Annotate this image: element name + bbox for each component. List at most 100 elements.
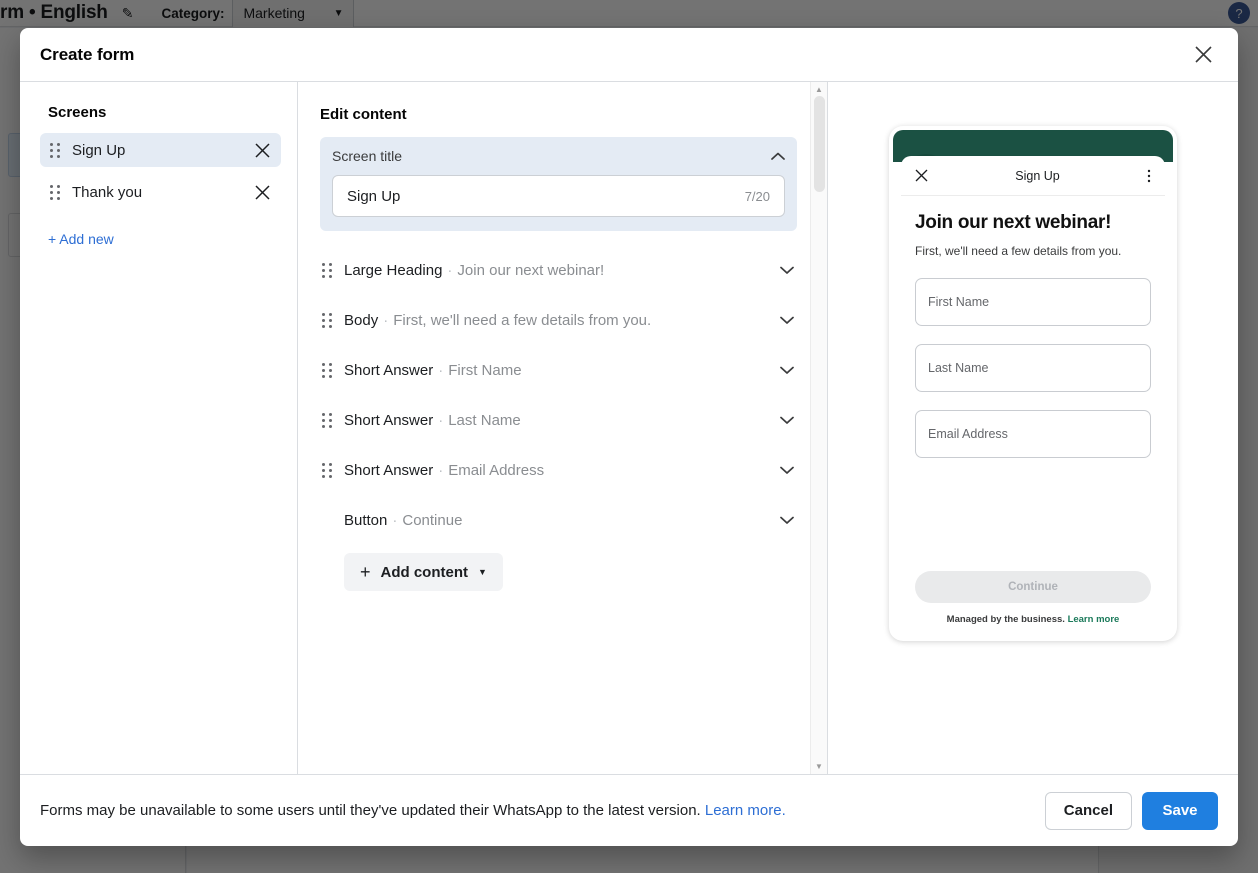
add-content-label: Add content <box>381 564 469 581</box>
content-row-separator: · <box>383 312 388 329</box>
chevron-up-icon[interactable] <box>771 152 785 161</box>
content-row-value: First Name <box>448 362 521 379</box>
dialog-header: Create form <box>20 28 1238 82</box>
edit-content-scrollbar[interactable]: ▲ ▼ <box>810 82 827 774</box>
close-icon <box>255 143 270 158</box>
screen-title-section: Screen title Sign Up 7/20 <box>320 137 797 231</box>
drag-handle-icon[interactable] <box>320 462 334 478</box>
remove-screen-button[interactable] <box>251 139 273 161</box>
drag-handle-icon[interactable] <box>320 362 334 378</box>
edit-content-scroll-area: Edit content Screen title Sign Up 7/20 <box>298 82 827 774</box>
drag-handle-icon[interactable] <box>320 262 334 278</box>
screen-item-thank-you[interactable]: Thank you <box>40 175 281 209</box>
cancel-button[interactable]: Cancel <box>1045 792 1132 830</box>
scroll-down-arrow-icon[interactable]: ▼ <box>815 759 823 774</box>
preview-field-last-name[interactable]: Last Name <box>915 344 1151 392</box>
screens-heading: Screens <box>40 104 281 121</box>
content-row-text: Body · First, we'll need a few details fro… <box>344 312 777 329</box>
screen-title-section-header[interactable]: Screen title <box>332 137 785 175</box>
plus-icon: + <box>360 562 371 583</box>
content-row-value: Continue <box>402 512 462 529</box>
footer-buttons: Cancel Save <box>1045 792 1218 830</box>
create-form-dialog: Create form Screens Sign Up Thank <box>20 28 1238 846</box>
screen-title-value: Sign Up <box>347 188 400 205</box>
screen-title-counter: 7/20 <box>745 189 770 204</box>
content-row-type: Short Answer <box>344 362 433 379</box>
content-row-separator: · <box>447 262 452 279</box>
content-row-separator: · <box>392 512 397 529</box>
content-row-large-heading[interactable]: Large Heading · Join our next webinar! <box>320 245 797 295</box>
content-row-type: Large Heading <box>344 262 442 279</box>
screen-item-label: Thank you <box>72 184 251 201</box>
add-new-screen-button[interactable]: + Add new <box>40 231 114 247</box>
content-row-value: Email Address <box>448 462 544 479</box>
content-row-text: Short Answer · Email Address <box>344 462 777 479</box>
preview-learn-more-link[interactable]: Learn more <box>1068 614 1120 625</box>
content-row-type: Body <box>344 312 378 329</box>
flow-sheet-footer: Continue Managed by the business. Learn … <box>901 571 1165 635</box>
phone-preview: Sign Up Join our next webinar! First, we… <box>889 126 1177 641</box>
content-row-last-name[interactable]: Short Answer · Last Name <box>320 395 797 445</box>
dialog-footer: Forms may be unavailable to some users u… <box>20 774 1238 846</box>
content-row-separator: · <box>438 412 443 429</box>
flow-sheet-body: Join our next webinar! First, we'll need… <box>901 196 1165 571</box>
content-row-value: Join our next webinar! <box>457 262 604 279</box>
footer-note: Forms may be unavailable to some users u… <box>40 802 786 819</box>
content-row-button[interactable]: Button · Continue <box>320 495 797 545</box>
add-content-button[interactable]: + Add content ▼ <box>344 553 503 591</box>
close-dialog-button[interactable] <box>1186 38 1220 72</box>
drag-handle-icon[interactable] <box>48 184 62 200</box>
preview-field-email-address[interactable]: Email Address <box>915 410 1151 458</box>
drag-handle-icon[interactable] <box>320 312 334 328</box>
chevron-down-icon[interactable] <box>777 516 797 525</box>
content-row-body[interactable]: Body · First, we'll need a few details fro… <box>320 295 797 345</box>
edit-content-panel: Edit content Screen title Sign Up 7/20 <box>298 82 828 774</box>
overflow-menu-icon[interactable] <box>1147 169 1151 183</box>
content-row-first-name[interactable]: Short Answer · First Name <box>320 345 797 395</box>
chevron-down-icon[interactable] <box>777 416 797 425</box>
preview-body-text: First, we'll need a few details from you… <box>915 244 1151 258</box>
close-icon <box>255 185 270 200</box>
flow-sheet-header: Sign Up <box>901 156 1165 196</box>
drag-handle-icon[interactable] <box>320 412 334 428</box>
close-icon <box>1195 46 1212 63</box>
preview-continue-button[interactable]: Continue <box>915 571 1151 603</box>
chevron-down-icon[interactable] <box>777 466 797 475</box>
preview-managed-note: Managed by the business. Learn more <box>915 614 1151 625</box>
footer-note-text: Forms may be unavailable to some users u… <box>40 802 701 819</box>
preview-field-first-name[interactable]: First Name <box>915 278 1151 326</box>
content-row-type: Short Answer <box>344 462 433 479</box>
chevron-down-icon[interactable] <box>777 366 797 375</box>
content-row-text: Button · Continue <box>344 512 777 529</box>
remove-screen-button[interactable] <box>251 181 273 203</box>
screen-item-sign-up[interactable]: Sign Up <box>40 133 281 167</box>
chevron-down-icon[interactable] <box>777 266 797 275</box>
screen-title-label: Screen title <box>332 148 402 164</box>
content-row-value: Last Name <box>448 412 521 429</box>
content-row-type: Button <box>344 512 387 529</box>
screen-title-input[interactable]: Sign Up 7/20 <box>332 175 785 217</box>
content-row-type: Short Answer <box>344 412 433 429</box>
content-row-text: Short Answer · First Name <box>344 362 777 379</box>
scroll-up-arrow-icon[interactable]: ▲ <box>815 82 823 97</box>
close-icon[interactable] <box>915 169 928 182</box>
dialog-title: Create form <box>40 45 134 65</box>
content-row-email-address[interactable]: Short Answer · Email Address <box>320 445 797 495</box>
content-row-separator: · <box>438 362 443 379</box>
content-row-text: Short Answer · Last Name <box>344 412 777 429</box>
chevron-down-icon[interactable] <box>777 316 797 325</box>
preview-note-text: Managed by the business. <box>947 614 1065 625</box>
save-button[interactable]: Save <box>1142 792 1218 830</box>
content-row-separator: · <box>438 462 443 479</box>
edit-content-heading: Edit content <box>320 106 797 123</box>
preview-panel: Sign Up Join our next webinar! First, we… <box>828 82 1238 774</box>
preview-heading: Join our next webinar! <box>915 212 1151 234</box>
chevron-down-icon: ▼ <box>478 567 487 577</box>
scrollbar-thumb[interactable] <box>814 96 825 192</box>
content-row-text: Large Heading · Join our next webinar! <box>344 262 777 279</box>
dialog-body: Screens Sign Up Thank you <box>20 82 1238 774</box>
screens-panel: Screens Sign Up Thank you <box>20 82 298 774</box>
drag-handle-icon[interactable] <box>48 142 62 158</box>
footer-learn-more-link[interactable]: Learn more. <box>705 802 786 819</box>
content-row-value: First, we'll need a few details from you… <box>393 312 651 329</box>
